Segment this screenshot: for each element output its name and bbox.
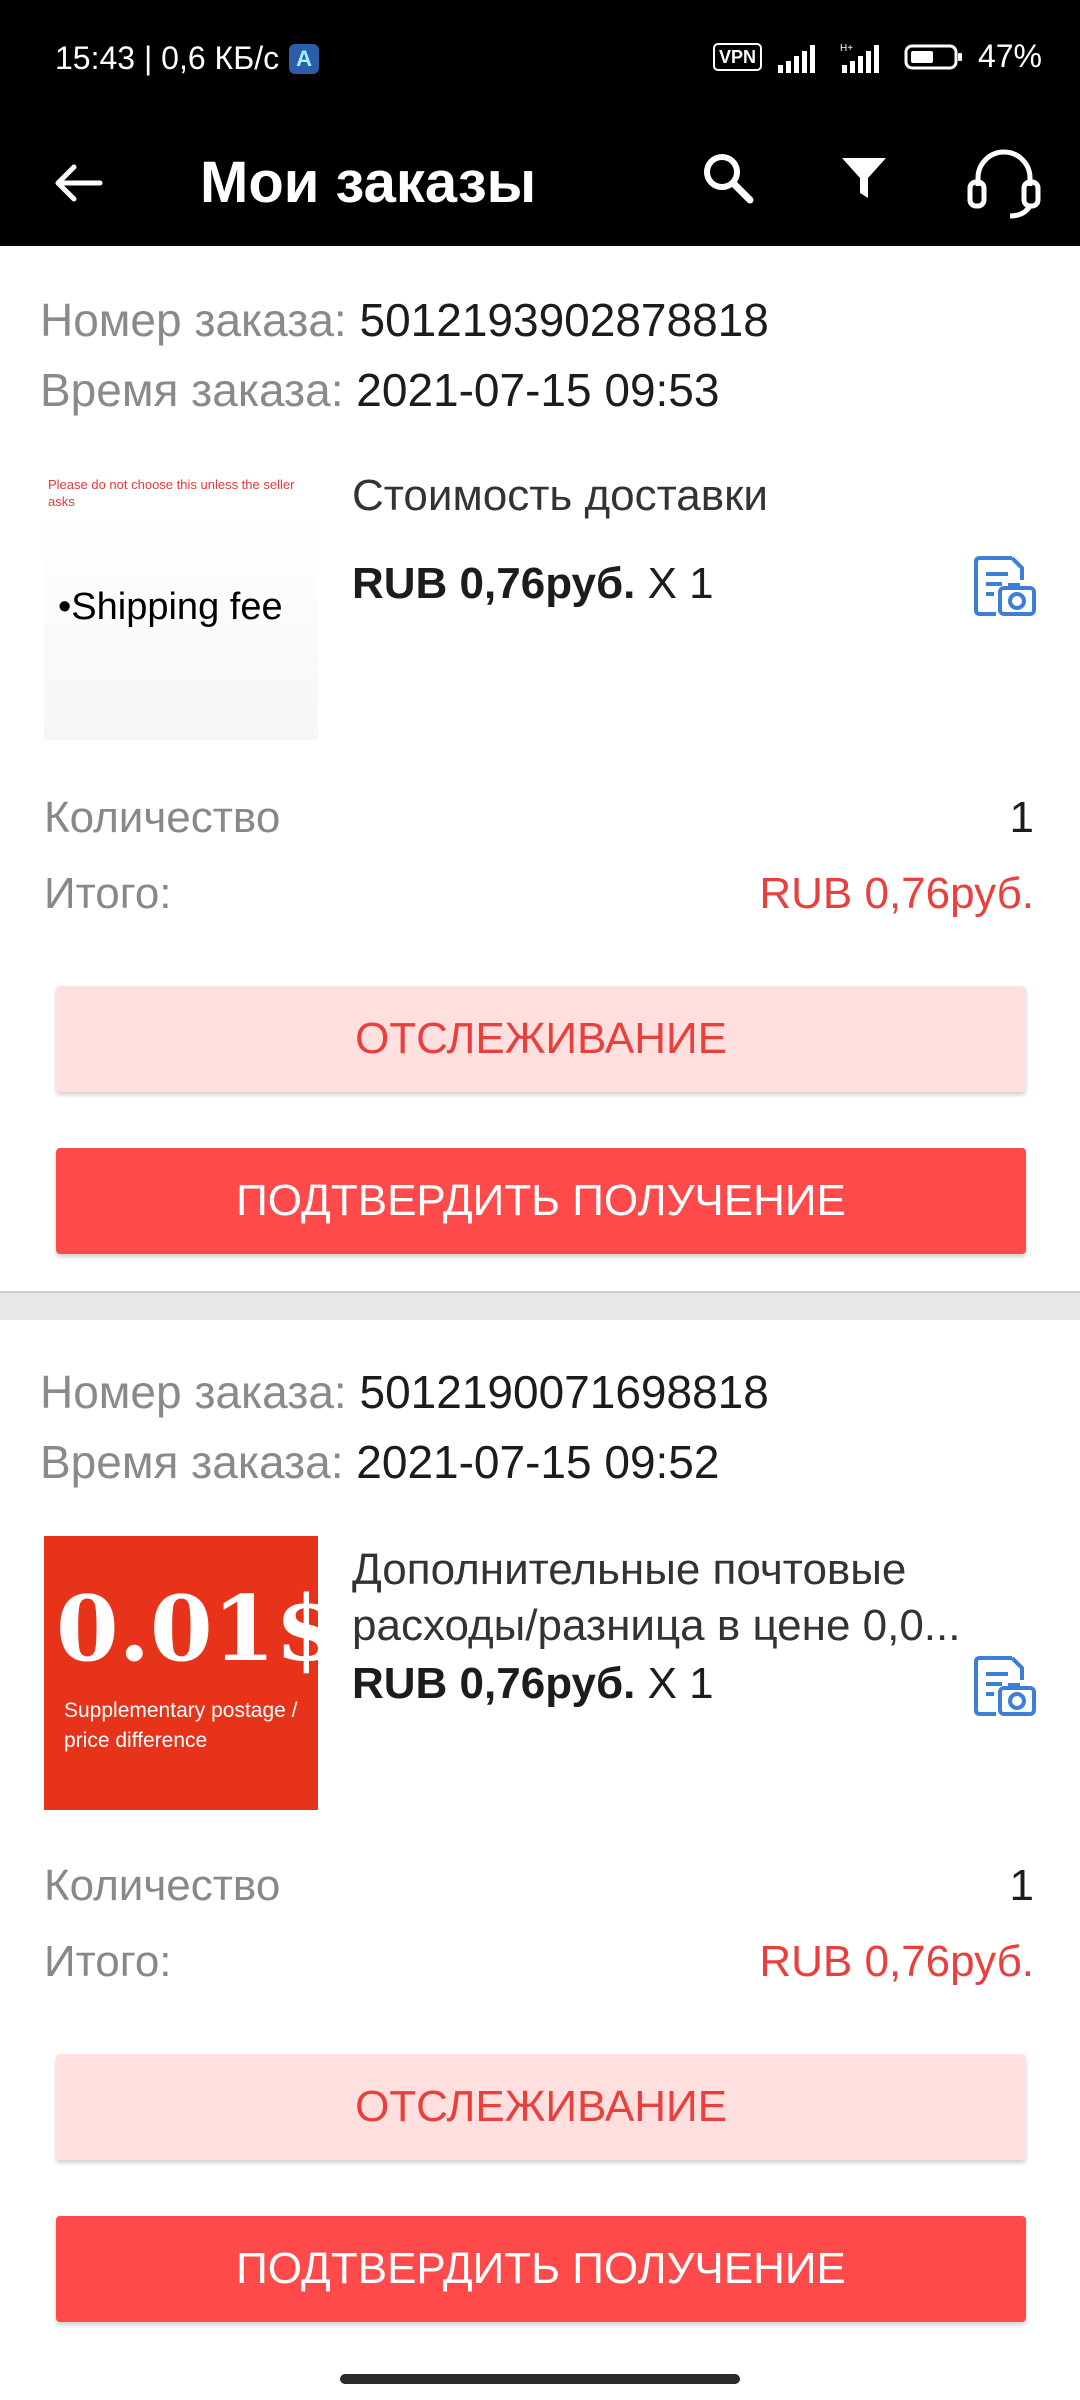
snapshot-document-icon[interactable] — [968, 550, 1038, 620]
track-button[interactable]: ОТСЛЕЖИВАНИЕ — [56, 2054, 1026, 2160]
track-button[interactable]: ОТСЛЕЖИВАНИЕ — [56, 986, 1026, 1092]
page-title: Мои заказы — [200, 150, 537, 215]
order-number: 5012193902878818 — [359, 294, 769, 346]
product-title[interactable]: Стоимость доставки — [352, 468, 1042, 524]
order-number-label: Номер заказа: — [40, 294, 347, 346]
app-bar: Мои заказы — [0, 120, 1080, 246]
status-left: 15:43 | 0,6 КБ/с A — [55, 40, 320, 77]
quantity-value: 1 — [1009, 1861, 1034, 1910]
quantity-label: Количество — [44, 793, 281, 842]
order-number: 5012190071698818 — [359, 1366, 769, 1418]
quantity-value: 1 — [1009, 793, 1034, 842]
product-qty: X 1 — [647, 559, 714, 608]
order-time-label: Время заказа: — [40, 364, 344, 416]
product-title[interactable]: Дополнительные почтовые расходы/разница … — [352, 1542, 1042, 1654]
order-time-line: Время заказа: 2021-07-15 09:52 — [40, 1434, 719, 1490]
filter-icon[interactable] — [834, 148, 894, 208]
order-card: Номер заказа: 5012193902878818 Время зак… — [0, 246, 1080, 1291]
snapshot-document-icon[interactable] — [968, 1650, 1038, 1720]
order-time: 2021-07-15 09:53 — [356, 364, 720, 416]
total-label: Итого: — [44, 1937, 172, 1986]
product-qty: X 1 — [647, 1659, 714, 1708]
order-number-line: Номер заказа: 5012190071698818 — [40, 1364, 769, 1420]
confirm-receipt-button[interactable]: ПОДТВЕРДИТЬ ПОЛУЧЕНИЕ — [56, 2216, 1026, 2322]
search-icon[interactable] — [698, 148, 758, 208]
signal-icon — [777, 44, 815, 73]
status-bar: 15:43 | 0,6 КБ/с A VPN H+ 47% — [0, 0, 1080, 120]
total-value: RUB 0,76руб. — [759, 869, 1034, 918]
confirm-receipt-button[interactable]: ПОДТВЕРДИТЬ ПОЛУЧЕНИЕ — [56, 1148, 1026, 1254]
image-warning-text: Please do not choose this unless the sel… — [48, 477, 295, 509]
order-time-line: Время заказа: 2021-07-15 09:53 — [40, 362, 719, 418]
quantity-label: Количество — [44, 1861, 281, 1910]
card-divider — [0, 1291, 1080, 1320]
battery-percent: 47% — [977, 38, 1042, 74]
image-sub-text: Supplementary postage / price difference — [64, 1699, 298, 1752]
home-indicator[interactable] — [340, 2374, 740, 2384]
status-right: VPN H+ 47% — [712, 38, 1042, 75]
order-time: 2021-07-15 09:52 — [356, 1436, 720, 1488]
back-arrow-icon[interactable] — [50, 155, 106, 211]
order-time-label: Время заказа: — [40, 1436, 344, 1488]
app-notification-icon: A — [289, 43, 320, 74]
status-time-speed: 15:43 | 0,6 КБ/с — [55, 40, 280, 76]
order-number-label: Номер заказа: — [40, 1366, 347, 1418]
image-main-text: •Shipping fee — [58, 586, 283, 628]
total-label: Итого: — [44, 869, 172, 918]
svg-text:H+: H+ — [840, 43, 853, 54]
image-main-text: 0.01$ — [56, 1576, 318, 1682]
vpn-icon: VPN — [712, 42, 762, 71]
total-value: RUB 0,76руб. — [759, 1937, 1034, 1986]
signal-icon-2: H+ — [840, 43, 879, 73]
order-card: Номер заказа: 5012190071698818 Время зак… — [0, 1320, 1080, 2400]
product-price: RUB 0,76руб. — [352, 1659, 636, 1708]
product-image[interactable]: Please do not choose this unless the sel… — [44, 466, 318, 740]
product-price-line: RUB 0,76руб. X 1 — [352, 1656, 714, 1712]
product-image[interactable]: 0.01$ Supplementary postage / price diff… — [44, 1536, 318, 1810]
product-price-line: RUB 0,76руб. X 1 — [352, 556, 714, 612]
order-number-line: Номер заказа: 5012193902878818 — [40, 292, 769, 348]
support-headset-icon[interactable] — [964, 142, 1044, 222]
product-price: RUB 0,76руб. — [352, 559, 636, 608]
battery-icon — [904, 44, 962, 69]
